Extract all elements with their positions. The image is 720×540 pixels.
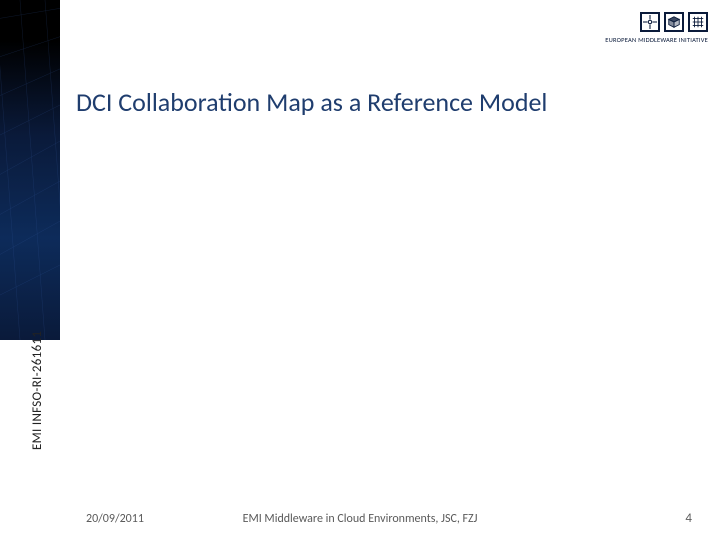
logo-caption: EUROPEAN MIDDLEWARE INITIATIVE bbox=[605, 36, 708, 44]
cube-icon bbox=[664, 12, 684, 32]
slide-title: DCI Collaboration Map as a Reference Mod… bbox=[76, 86, 690, 118]
circuit-icon bbox=[640, 12, 660, 32]
project-reference: EMI INFSO-RI-261611 bbox=[30, 331, 45, 450]
slide: EUROPEAN MIDDLEWARE INITIATIVE DCI Colla… bbox=[0, 0, 720, 540]
footer: 20/09/2011 EMI Middleware in Cloud Envir… bbox=[0, 504, 720, 540]
logo bbox=[640, 12, 708, 32]
footer-center-text: EMI Middleware in Cloud Environments, JS… bbox=[0, 512, 720, 526]
globe-icon bbox=[688, 12, 708, 32]
sidebar-pattern bbox=[0, 0, 60, 340]
logo-icons bbox=[640, 12, 708, 32]
page-number: 4 bbox=[685, 511, 692, 526]
